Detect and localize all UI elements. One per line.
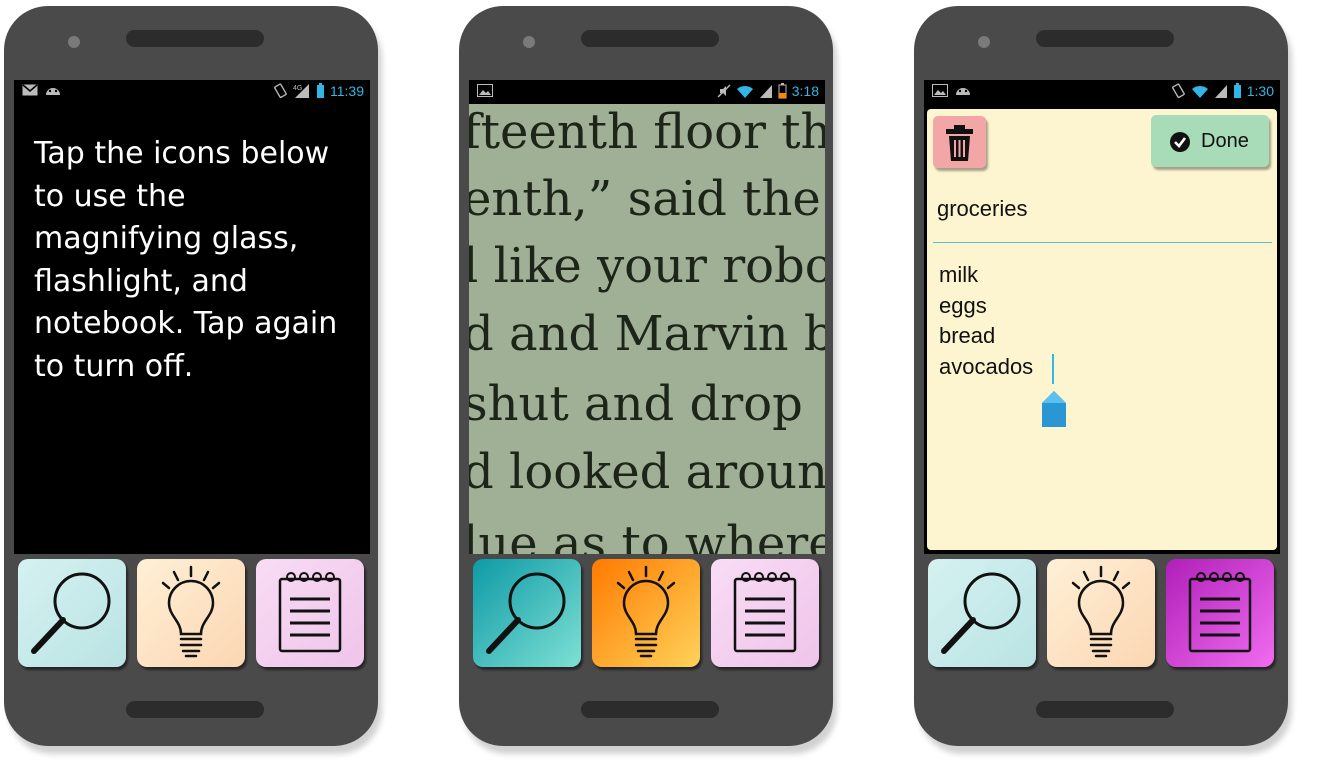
magnifier-button[interactable] xyxy=(928,559,1036,667)
magnifier-icon xyxy=(18,559,126,667)
tool-dock xyxy=(469,554,825,674)
magnified-text-line: d and Marvin b xyxy=(469,306,825,362)
tool-dock xyxy=(924,554,1280,674)
bottom-speaker xyxy=(1036,701,1174,718)
vibrate-icon xyxy=(1171,83,1185,99)
android-icon xyxy=(46,88,60,95)
checkmark-icon xyxy=(1170,132,1190,152)
phone-frame-3: 1:30 Done groceries milk eggs bread avoc… xyxy=(914,6,1288,746)
svg-text:4G: 4G xyxy=(293,85,302,92)
lightbulb-icon xyxy=(137,559,245,667)
status-bar: 1:30 xyxy=(924,80,1280,104)
gmail-icon xyxy=(22,84,38,96)
clock: 11:39 xyxy=(330,83,364,99)
phone-frame-2: 3:18 fteenth floor th enth,” said the l … xyxy=(459,6,833,746)
magnified-text-line: fteenth floor th xyxy=(469,104,825,160)
lightbulb-icon xyxy=(592,559,700,667)
magnified-camera-view: fteenth floor th enth,” said the l like … xyxy=(469,104,825,554)
battery-icon xyxy=(1233,83,1241,98)
notebook-button[interactable] xyxy=(1166,559,1274,667)
battery-icon xyxy=(317,83,324,98)
front-camera xyxy=(523,36,535,48)
notepad-icon xyxy=(1166,559,1274,667)
magnified-text-line: shut and drop xyxy=(469,376,803,432)
note-body-field[interactable]: milk eggs bread avocados xyxy=(939,260,1033,382)
status-bar: 4G 11:39 xyxy=(14,80,370,104)
front-camera xyxy=(978,36,990,48)
mute-icon xyxy=(717,84,731,98)
front-camera xyxy=(68,36,80,48)
delete-note-button[interactable] xyxy=(933,116,986,168)
earpiece-speaker xyxy=(126,30,264,47)
text-cursor xyxy=(1052,354,1054,384)
wifi-icon xyxy=(1191,85,1208,98)
done-button[interactable]: Done xyxy=(1151,115,1269,167)
magnified-text-line: enth,” said the xyxy=(469,171,821,227)
note-title-field[interactable]: groceries xyxy=(937,196,1027,222)
magnified-text-line: lue as to where xyxy=(469,516,825,554)
instructions-panel: Tap the icons below to use the magnifyin… xyxy=(14,104,370,554)
battery-icon xyxy=(778,83,787,99)
magnifier-button[interactable] xyxy=(473,559,581,667)
magnifier-button[interactable] xyxy=(18,559,126,667)
magnified-text-line: l like your robo xyxy=(469,238,825,294)
image-icon xyxy=(477,84,493,97)
flashlight-button[interactable] xyxy=(592,559,700,667)
phone-screen-1: 4G 11:39 Tap the icons below to use the … xyxy=(14,80,370,674)
flashlight-button[interactable] xyxy=(1047,559,1155,667)
signal-4g-icon: 4G xyxy=(293,84,309,98)
notebook-button[interactable] xyxy=(256,559,364,667)
list-item: milk xyxy=(939,262,979,287)
notepad-icon xyxy=(256,559,364,667)
clock: 3:18 xyxy=(791,83,819,99)
vibrate-icon xyxy=(274,83,287,99)
instructions-text: Tap the icons below to use the magnifyin… xyxy=(34,136,338,384)
lightbulb-icon xyxy=(1047,559,1155,667)
image-icon xyxy=(932,84,948,97)
earpiece-speaker xyxy=(1036,30,1174,47)
magnified-text-line: d looked aroun xyxy=(469,444,825,500)
divider xyxy=(933,242,1272,243)
android-icon xyxy=(956,88,970,95)
list-item: avocados xyxy=(939,353,1034,379)
wifi-icon xyxy=(736,85,753,98)
text-selection-handle[interactable] xyxy=(1040,390,1068,430)
bottom-speaker xyxy=(126,701,264,718)
phone-screen-2: 3:18 fteenth floor th enth,” said the l … xyxy=(469,80,825,674)
magnifier-icon xyxy=(473,559,581,667)
signal-icon xyxy=(759,84,772,98)
signal-icon xyxy=(1214,84,1227,98)
notebook-page: Done groceries milk eggs bread avocados xyxy=(927,109,1277,550)
list-item: eggs xyxy=(939,292,987,318)
list-item: bread xyxy=(939,323,996,348)
bottom-speaker xyxy=(581,701,719,718)
magnifier-icon xyxy=(928,559,1036,667)
tool-dock xyxy=(14,554,370,674)
flashlight-button[interactable] xyxy=(137,559,245,667)
notepad-icon xyxy=(711,559,819,667)
status-bar: 3:18 xyxy=(469,80,825,104)
done-label: Done xyxy=(1201,130,1249,152)
phone-frame-1: 4G 11:39 Tap the icons below to use the … xyxy=(4,6,378,746)
trash-icon xyxy=(946,125,973,161)
phone-screen-3: 1:30 Done groceries milk eggs bread avoc… xyxy=(924,80,1280,674)
earpiece-speaker xyxy=(581,30,719,47)
clock: 1:30 xyxy=(1246,83,1274,99)
notebook-button[interactable] xyxy=(711,559,819,667)
